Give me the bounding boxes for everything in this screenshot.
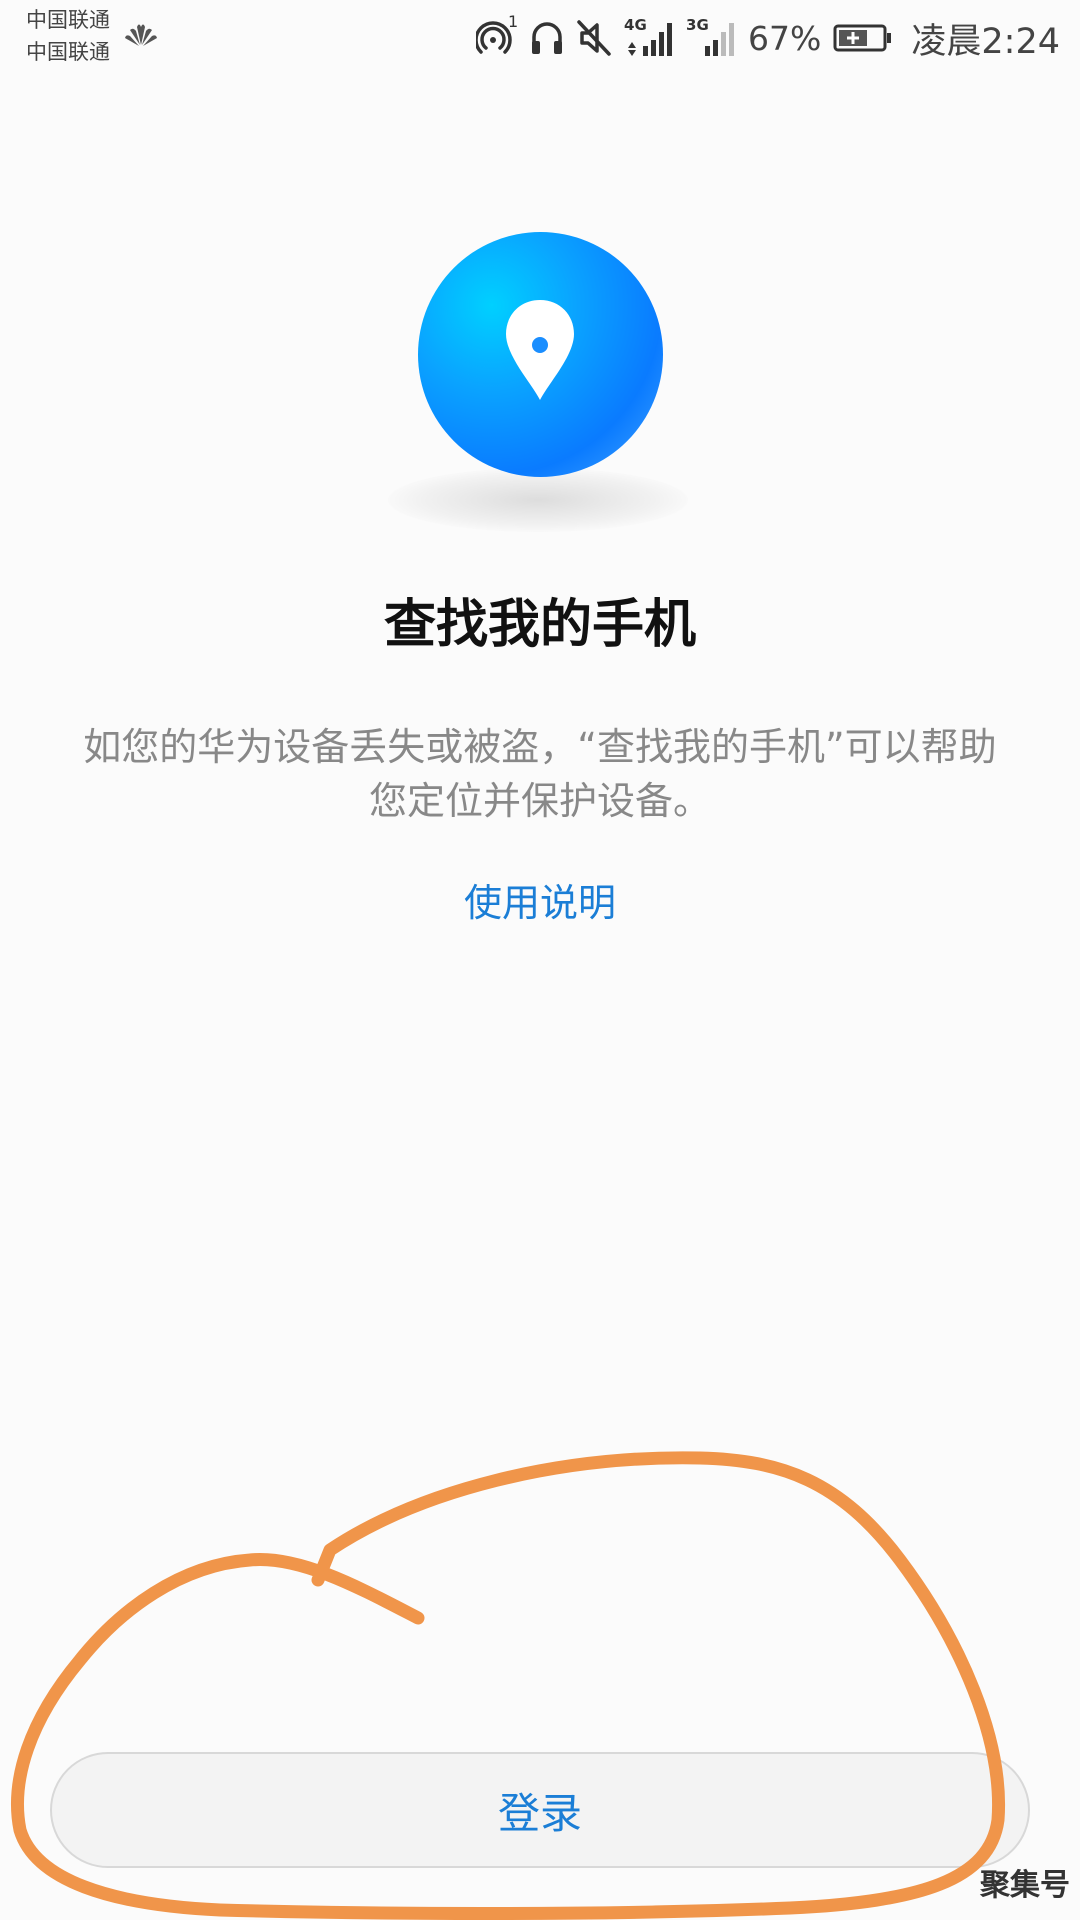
- status-icons: 1 4G 3G 67% 凌晨2:24: [476, 12, 1060, 64]
- circle-shadow: [388, 468, 688, 532]
- usage-instructions-link[interactable]: 使用说明: [0, 872, 1080, 927]
- signal-icon-4g: 4G: [624, 16, 674, 58]
- description-text: 如您的华为设备丢失或被盗，“查找我的手机”可以帮助您定位并保护设备。: [83, 725, 997, 823]
- clock: 凌晨2:24: [911, 21, 1060, 62]
- mute-icon: [576, 19, 612, 57]
- carrier-label-1: 中国联通: [26, 8, 110, 32]
- hotspot-count: 1: [508, 12, 519, 31]
- battery-percent: 67%: [748, 18, 822, 58]
- signal-icon-3g: 3G: [686, 16, 736, 58]
- hotspot-icon: 1: [476, 12, 518, 58]
- network-type-3g: 3G: [686, 16, 709, 34]
- login-button[interactable]: 登录: [50, 1752, 1030, 1868]
- carrier-label-2: 中国联通: [26, 40, 110, 64]
- huawei-logo-icon: [124, 21, 158, 51]
- network-type-4g: 4G: [624, 16, 647, 34]
- page-title: 查找我的手机: [383, 595, 696, 655]
- watermark: 聚集号: [980, 1868, 1070, 1903]
- battery-icon: [833, 23, 893, 53]
- headphones-icon: [530, 19, 564, 57]
- location-pin-icon: [502, 296, 578, 408]
- status-bar: 中国联通 中国联通 1 4G 3G 67% 凌晨2:24: [0, 0, 1080, 76]
